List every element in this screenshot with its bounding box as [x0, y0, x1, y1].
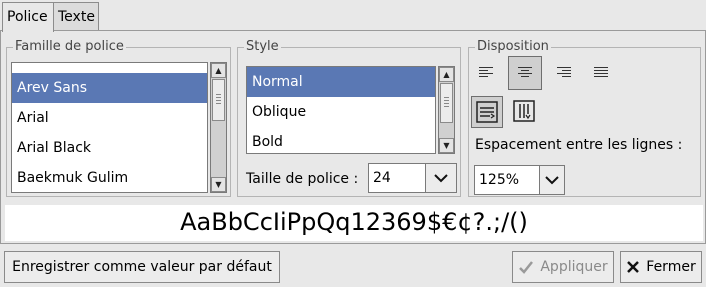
text-horizontal-icon	[476, 101, 498, 123]
horizontal-text-button[interactable]	[471, 96, 503, 128]
align-justify-icon	[594, 67, 608, 79]
font-preview-text: AaBbCcIiPpQq12369$€¢?.;/()	[180, 208, 528, 236]
style-title: Style	[244, 39, 281, 54]
line-spacing-dropdown-button[interactable]	[539, 165, 565, 195]
font-size-dropdown-button[interactable]	[425, 163, 457, 193]
scroll-thumb[interactable]	[440, 83, 453, 123]
align-left-button[interactable]	[471, 58, 501, 88]
scroll-down-icon[interactable]: ▼	[211, 177, 226, 192]
font-family-list[interactable]: Arev Sans Arial Arial Black Baekmuk Guli…	[11, 62, 208, 193]
font-size-input[interactable]: 24	[368, 163, 426, 193]
save-default-button[interactable]: Enregistrer comme valeur par défaut	[4, 251, 280, 283]
font-family-scrollbar[interactable]: ▲ ▼	[210, 62, 227, 193]
checkmark-icon	[519, 261, 534, 274]
align-right-icon	[557, 67, 571, 79]
style-item-bold[interactable]: Bold	[247, 127, 435, 153]
font-family-item-baekmuk-gulim[interactable]: Baekmuk Gulim	[12, 163, 207, 192]
close-icon	[627, 261, 640, 273]
font-preview: AaBbCcIiPpQq12369$€¢?.;/()	[5, 205, 703, 241]
notebook-panel: Famille de police Arev Sans Arial Arial …	[0, 30, 706, 244]
apply-button[interactable]: Appliquer	[512, 251, 614, 283]
tab-police[interactable]: Police	[2, 2, 54, 32]
align-justify-button[interactable]	[586, 58, 616, 88]
tab-police-label: Police	[7, 9, 48, 25]
font-family-item-arial[interactable]: Arial	[12, 103, 207, 133]
chevron-down-icon	[545, 176, 559, 185]
align-center-button[interactable]	[508, 56, 542, 90]
align-center-icon	[518, 67, 532, 79]
scroll-down-icon[interactable]: ▼	[439, 138, 454, 153]
font-size-label: Taille de police :	[246, 171, 359, 187]
align-left-icon	[479, 67, 493, 79]
text-vertical-icon	[513, 100, 535, 122]
disposition-title: Disposition	[475, 39, 551, 54]
tab-texte[interactable]: Texte	[53, 2, 99, 30]
close-button[interactable]: Fermer	[620, 251, 702, 283]
vertical-text-button[interactable]	[509, 96, 539, 126]
line-spacing-input[interactable]: 125%	[474, 165, 540, 195]
tab-texte-label: Texte	[58, 9, 95, 25]
font-family-item-arev-sans[interactable]: Arev Sans	[12, 73, 207, 103]
align-right-button[interactable]	[549, 58, 579, 88]
apply-label: Appliquer	[540, 259, 608, 275]
chevron-down-icon	[434, 174, 448, 183]
scroll-up-icon[interactable]: ▲	[439, 67, 454, 82]
style-scrollbar[interactable]: ▲ ▼	[438, 66, 455, 154]
scroll-thumb[interactable]	[212, 79, 225, 121]
scroll-up-icon[interactable]: ▲	[211, 63, 226, 78]
style-item-oblique[interactable]: Oblique	[247, 97, 435, 127]
save-default-label: Enregistrer comme valeur par défaut	[12, 259, 272, 275]
close-label: Fermer	[646, 259, 696, 275]
font-family-title: Famille de police	[13, 39, 126, 54]
style-item-normal[interactable]: Normal	[247, 67, 435, 97]
line-spacing-label: Espacement entre les lignes :	[475, 137, 683, 153]
font-family-item-arial-black[interactable]: Arial Black	[12, 133, 207, 163]
style-list[interactable]: Normal Oblique Bold	[246, 66, 436, 154]
